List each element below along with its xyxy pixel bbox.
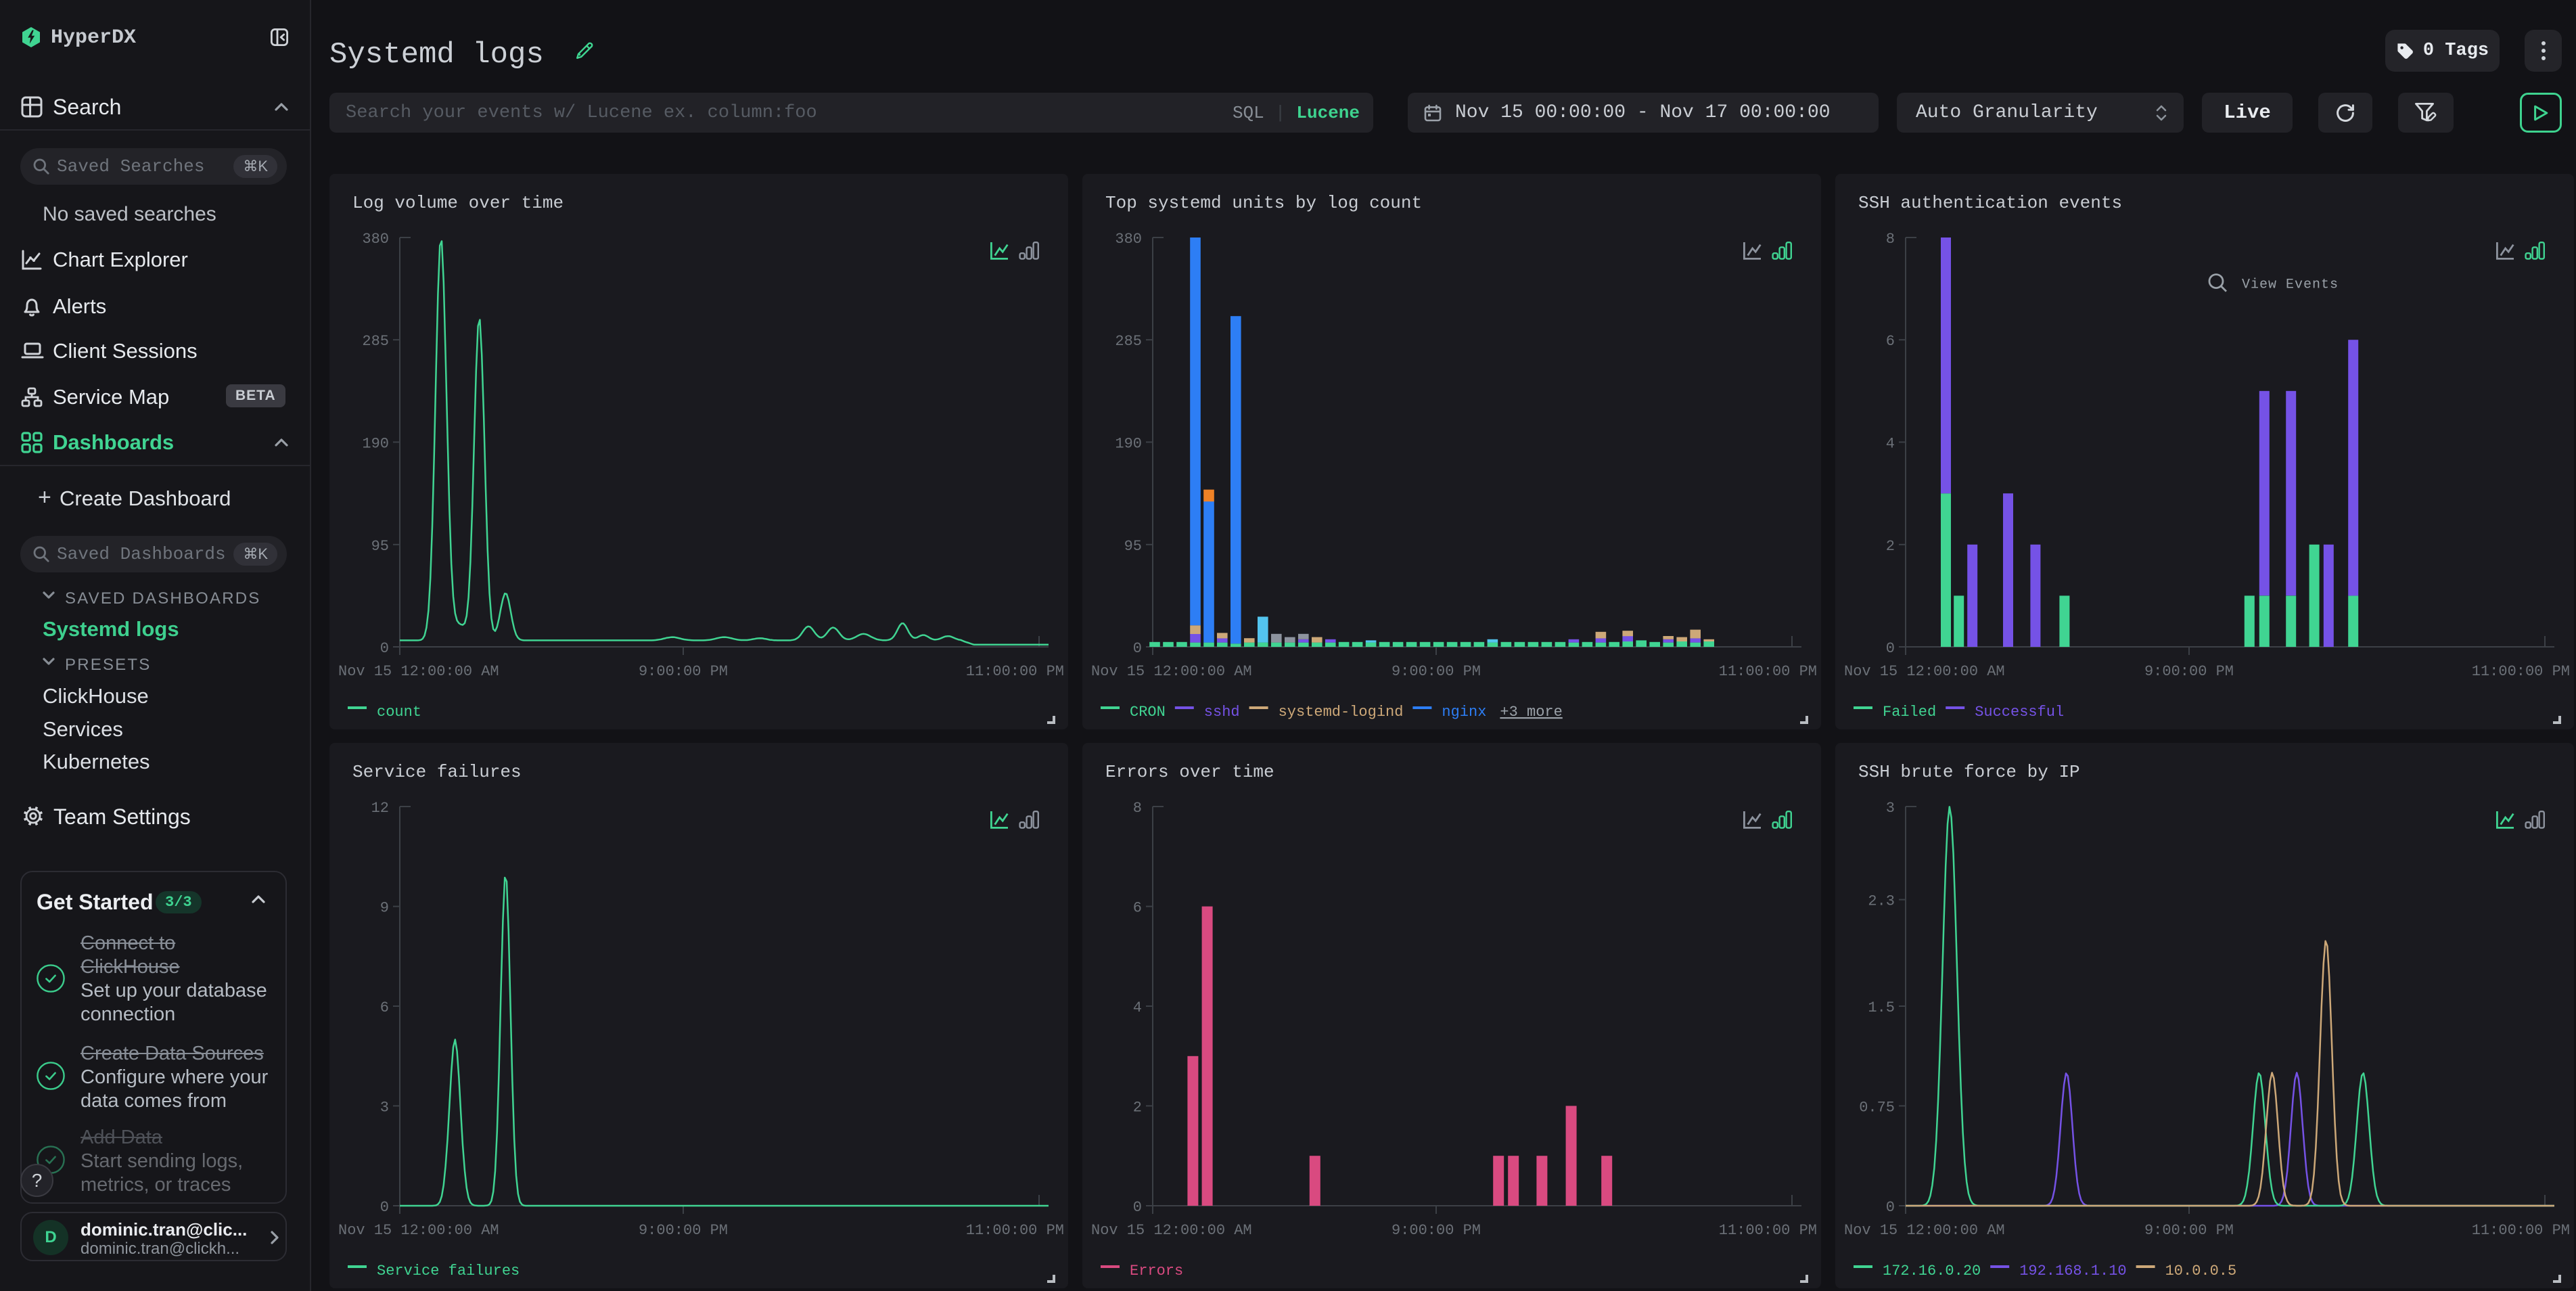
svg-text:nginx: nginx bbox=[1442, 704, 1486, 721]
svg-text:3: 3 bbox=[1886, 800, 1895, 817]
svg-text:1.5: 1.5 bbox=[1868, 999, 1895, 1016]
svg-text:380: 380 bbox=[1115, 231, 1142, 248]
svg-text:Nov 15 12:00:00 AM: Nov 15 12:00:00 AM bbox=[1844, 663, 2005, 680]
svg-text:6: 6 bbox=[1886, 333, 1895, 350]
svg-text:190: 190 bbox=[362, 435, 389, 452]
svg-text:9:00:00 PM: 9:00:00 PM bbox=[2144, 663, 2234, 680]
svg-text:9:00:00 PM: 9:00:00 PM bbox=[639, 1222, 728, 1239]
svg-text:11:00:00 PM: 11:00:00 PM bbox=[966, 663, 1064, 680]
svg-text:Failed: Failed bbox=[1883, 704, 1936, 721]
svg-text:0: 0 bbox=[380, 1199, 389, 1216]
svg-text:172.16.0.20: 172.16.0.20 bbox=[1883, 1263, 1981, 1279]
svg-text:285: 285 bbox=[362, 333, 389, 350]
svg-text:9:00:00 PM: 9:00:00 PM bbox=[2144, 1222, 2234, 1239]
svg-text:2.3: 2.3 bbox=[1868, 893, 1895, 910]
svg-text:12: 12 bbox=[371, 800, 389, 817]
svg-text:380: 380 bbox=[362, 231, 389, 248]
svg-text:11:00:00 PM: 11:00:00 PM bbox=[2472, 1222, 2570, 1239]
svg-text:0: 0 bbox=[1133, 1199, 1142, 1216]
svg-text:6: 6 bbox=[1133, 900, 1142, 917]
svg-text:9:00:00 PM: 9:00:00 PM bbox=[1392, 1222, 1481, 1239]
svg-text:0: 0 bbox=[1133, 640, 1142, 657]
svg-text:0: 0 bbox=[380, 640, 389, 657]
svg-text:systemd-logind: systemd-logind bbox=[1279, 704, 1404, 721]
svg-text:8: 8 bbox=[1133, 800, 1142, 817]
svg-text:3: 3 bbox=[380, 1099, 389, 1116]
svg-text:190: 190 bbox=[1115, 435, 1142, 452]
svg-text:Nov 15 12:00:00 AM: Nov 15 12:00:00 AM bbox=[1091, 663, 1252, 680]
svg-text:9: 9 bbox=[380, 900, 389, 917]
svg-text:4: 4 bbox=[1886, 435, 1895, 452]
svg-text:285: 285 bbox=[1115, 333, 1142, 350]
svg-text:95: 95 bbox=[371, 538, 389, 555]
svg-text:0.75: 0.75 bbox=[1859, 1099, 1895, 1116]
svg-text:192.168.1.10: 192.168.1.10 bbox=[2019, 1263, 2126, 1279]
svg-text:6: 6 bbox=[380, 999, 389, 1016]
svg-text:8: 8 bbox=[1886, 231, 1895, 248]
svg-text:10.0.0.5: 10.0.0.5 bbox=[2165, 1263, 2237, 1279]
svg-text:Top systemd units by log count: Top systemd units by log count bbox=[1105, 193, 1422, 213]
svg-text:11:00:00 PM: 11:00:00 PM bbox=[1719, 663, 1817, 680]
svg-text:Errors: Errors bbox=[1130, 1263, 1183, 1279]
svg-text:+3 more: +3 more bbox=[1500, 704, 1562, 721]
svg-text:0: 0 bbox=[1886, 640, 1895, 657]
svg-text:Nov 15 12:00:00 AM: Nov 15 12:00:00 AM bbox=[338, 663, 499, 680]
svg-text:4: 4 bbox=[1133, 999, 1142, 1016]
svg-text:Successful: Successful bbox=[1975, 704, 2064, 721]
svg-text:count: count bbox=[377, 704, 421, 721]
svg-text:View Events: View Events bbox=[2242, 277, 2339, 293]
svg-text:2: 2 bbox=[1133, 1099, 1142, 1116]
svg-text:Service failures: Service failures bbox=[352, 762, 522, 782]
svg-text:sshd: sshd bbox=[1204, 704, 1240, 721]
svg-text:11:00:00 PM: 11:00:00 PM bbox=[1719, 1222, 1817, 1239]
svg-text:Nov 15 12:00:00 AM: Nov 15 12:00:00 AM bbox=[1091, 1222, 1252, 1239]
svg-text:0: 0 bbox=[1886, 1199, 1895, 1216]
svg-text:Nov 15 12:00:00 AM: Nov 15 12:00:00 AM bbox=[338, 1222, 499, 1239]
svg-text:9:00:00 PM: 9:00:00 PM bbox=[1392, 663, 1481, 680]
svg-text:Errors over time: Errors over time bbox=[1105, 762, 1274, 782]
svg-text:Log volume over time: Log volume over time bbox=[352, 193, 564, 213]
svg-text:11:00:00 PM: 11:00:00 PM bbox=[2472, 663, 2570, 680]
svg-text:SSH authentication events: SSH authentication events bbox=[1858, 193, 2122, 213]
svg-text:95: 95 bbox=[1124, 538, 1142, 555]
svg-text:CRON: CRON bbox=[1130, 704, 1166, 721]
svg-text:Nov 15 12:00:00 AM: Nov 15 12:00:00 AM bbox=[1844, 1222, 2005, 1239]
svg-text:9:00:00 PM: 9:00:00 PM bbox=[639, 663, 728, 680]
svg-text:2: 2 bbox=[1886, 538, 1895, 555]
svg-text:SSH brute force by IP: SSH brute force by IP bbox=[1858, 762, 2080, 782]
svg-text:Service failures: Service failures bbox=[377, 1263, 520, 1279]
svg-text:11:00:00 PM: 11:00:00 PM bbox=[966, 1222, 1064, 1239]
